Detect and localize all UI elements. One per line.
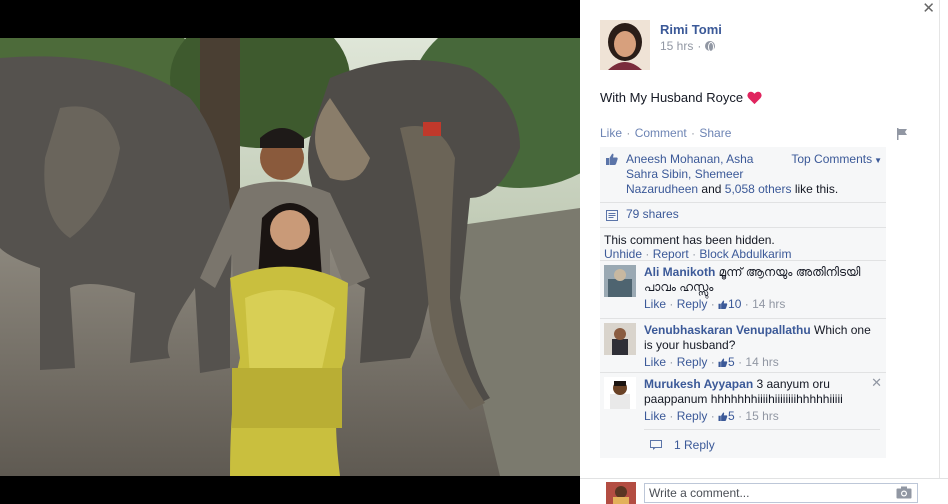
like-count: 10 — [728, 297, 742, 311]
commenter-name[interactable]: Venubhaskaran Venupallathu — [644, 323, 811, 337]
comment-reply-link[interactable]: Reply — [677, 355, 708, 369]
thumbs-up-icon — [606, 153, 618, 165]
close-icon[interactable]: ✕ — [922, 1, 935, 17]
heart-icon — [747, 91, 762, 104]
comment-text: Which one — [810, 323, 871, 337]
dot-separator: · — [642, 247, 653, 261]
comment: Venubhaskaran Venupallathu Which one is … — [600, 319, 886, 373]
post-text: With My Husband Royce — [600, 90, 762, 105]
dot-separator: · — [688, 247, 700, 261]
dot-separator: · — [697, 39, 702, 53]
commenter-name[interactable]: Ali Manikoth — [644, 265, 715, 279]
author-name[interactable]: Rimi Tomi — [660, 22, 722, 37]
flag-icon[interactable] — [896, 128, 908, 140]
comment-link[interactable]: Comment — [635, 126, 687, 140]
dot-separator: · — [687, 126, 699, 140]
camera-icon[interactable] — [896, 486, 912, 499]
commenter-avatar[interactable] — [604, 323, 636, 355]
likes-others-link[interactable]: 5,058 others — [725, 182, 792, 196]
thumbs-up-icon — [718, 300, 728, 309]
comment-text: paappanum hhhhhhhiiiihiiiiiiiihhhhhiiiii — [644, 392, 843, 406]
shares-summary: 79 shares — [600, 203, 886, 228]
comment-like-count[interactable]: 5 — [718, 409, 735, 423]
viewer-avatar — [606, 482, 636, 504]
author-avatar[interactable] — [600, 20, 650, 70]
comment-text: 3 aanyum oru — [753, 377, 830, 391]
globe-icon[interactable] — [705, 41, 716, 52]
scrollbar[interactable] — [939, 0, 948, 504]
view-replies[interactable]: 1 Reply — [644, 429, 880, 458]
post-actions: Like · Comment · Share — [600, 126, 731, 140]
share-icon — [606, 210, 618, 221]
comment-actions: Like · Reply · 5 · 15 hrs — [644, 409, 779, 423]
comment-reply-link[interactable]: Reply — [677, 297, 708, 311]
top-comments-dropdown[interactable]: Top Comments ▼ — [791, 152, 882, 168]
comment-text: മൂന്ന് ആനയും അതിനിടയി — [715, 265, 861, 279]
reply-icon — [650, 440, 662, 450]
share-link[interactable]: Share — [699, 126, 731, 140]
likes-summary: Aneesh Mohanan, Asha Sahra Sibin, Shemee… — [600, 147, 886, 203]
commenter-name[interactable]: Murukesh Ayyapan — [644, 377, 753, 391]
comment-text: is your husband? — [644, 338, 736, 352]
comment-like-count[interactable]: 5 — [718, 355, 735, 369]
likers-names[interactable]: Aneesh Mohanan, Asha — [626, 152, 753, 166]
chevron-down-icon: ▼ — [874, 156, 882, 165]
report-link[interactable]: Report — [653, 247, 689, 261]
photo-viewer — [0, 0, 580, 504]
like-count: 5 — [728, 409, 735, 423]
comment-time[interactable]: 14 hrs — [745, 355, 778, 369]
post-time[interactable]: 15 hrs — [660, 39, 693, 53]
commenter-avatar[interactable] — [604, 377, 636, 409]
post-sidebar: ✕ Rimi Tomi 15 hrs · With My Husband Roy… — [580, 0, 939, 478]
comment: ✕ Murukesh Ayyapan 3 aanyum oru paappanu… — [600, 373, 886, 429]
likes-and: and — [698, 182, 725, 196]
comment-time[interactable]: 15 hrs — [745, 409, 778, 423]
comment-reply-link[interactable]: Reply — [677, 409, 708, 423]
block-link[interactable]: Block Abdulkarim — [699, 247, 791, 261]
likers-names[interactable]: Sahra Sibin, Shemeer — [626, 167, 743, 181]
like-link[interactable]: Like — [600, 126, 622, 140]
top-comments-label: Top Comments — [791, 152, 873, 166]
post-photo[interactable] — [0, 38, 580, 476]
hidden-comment-text: This comment has been hidden. — [604, 233, 775, 247]
thumbs-up-icon — [718, 358, 728, 367]
comment-actions: Like · Reply · 5 · 14 hrs — [644, 355, 779, 369]
hidden-comment: This comment has been hidden. Unhide · R… — [600, 228, 886, 261]
comment-composer — [580, 478, 948, 504]
dot-separator: · — [623, 126, 634, 140]
close-icon[interactable]: ✕ — [871, 375, 882, 391]
comment-like-link[interactable]: Like — [644, 355, 666, 369]
comment-input[interactable] — [644, 483, 918, 503]
likes-suffix: like this. — [791, 182, 839, 196]
comment-like-link[interactable]: Like — [644, 409, 666, 423]
post-meta: 15 hrs · — [660, 39, 716, 53]
comment-time[interactable]: 14 hrs — [752, 297, 785, 311]
replies-count: 1 Reply — [674, 438, 715, 452]
commenter-avatar[interactable] — [604, 265, 636, 297]
comment-like-link[interactable]: Like — [644, 297, 666, 311]
comment-text: പാവം ഹസ്സും — [644, 280, 714, 294]
shares-link[interactable]: 79 shares — [626, 207, 679, 221]
feedback-box: Aneesh Mohanan, Asha Sahra Sibin, Shemee… — [600, 147, 886, 458]
like-count: 5 — [728, 355, 735, 369]
likers-names[interactable]: Nazarudheen — [626, 182, 698, 196]
comment: Ali Manikoth മൂന്ന് ആനയും അതിനിടയി പാവം … — [600, 261, 886, 319]
unhide-link[interactable]: Unhide — [604, 247, 642, 261]
comment-actions: Like · Reply · 10 · 14 hrs — [644, 297, 786, 311]
thumbs-up-icon — [718, 412, 728, 421]
post-caption: With My Husband Royce — [600, 90, 744, 105]
comment-like-count[interactable]: 10 — [718, 297, 741, 311]
